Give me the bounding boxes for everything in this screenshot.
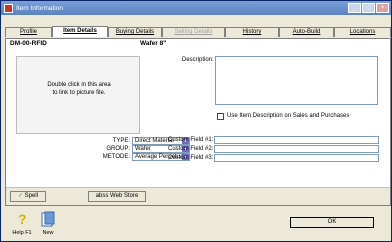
item-information-window: Item Information _ □ × Profile Item Deta… (0, 0, 392, 242)
panel-footer: ✓ Spell abss Web Store (6, 187, 390, 205)
app-icon (4, 3, 13, 13)
svg-text:?: ? (18, 211, 27, 227)
tab-auto-build[interactable]: Auto-Build (279, 27, 334, 37)
new-label: New (42, 230, 54, 236)
close-icon[interactable]: × (376, 3, 389, 13)
tab-item-details[interactable]: Item Details (52, 26, 108, 37)
type-label: TYPE: (112, 138, 130, 144)
ok-button[interactable]: OK (290, 217, 374, 228)
tab-selling-details: Selling Details (162, 27, 225, 37)
item-details-panel: DM-00-RFID Wafer 8" Double click in this… (5, 38, 391, 206)
custom-field-2-label: Custom Field #2: (168, 146, 214, 152)
custom-field-3-input[interactable] (214, 154, 379, 162)
picture-hint-line2: to link to picture file. (52, 90, 106, 96)
web-store-button[interactable]: abss Web Store (88, 191, 146, 202)
use-description-label: Use Item Description on Sales and Purcha… (227, 113, 350, 119)
item-name: Wafer 8" (140, 40, 167, 47)
custom-field-2-input[interactable] (214, 145, 379, 153)
tab-buying-details[interactable]: Buying Details (108, 27, 162, 37)
use-description-checkbox[interactable] (217, 113, 224, 120)
custom-field-3-label: Custom Field #3: (168, 155, 214, 161)
help-button[interactable]: ? Help F1 (11, 209, 33, 239)
custom-field-1-input[interactable] (214, 136, 379, 144)
spell-icon: ✓ (17, 193, 23, 199)
group-label: GROUP: (106, 146, 130, 152)
maximize-icon[interactable]: □ (362, 3, 375, 13)
window-controls: _ □ × (348, 3, 389, 13)
item-id: DM-00-RFID (10, 40, 47, 47)
description-label: Description: (182, 57, 214, 63)
help-icon: ? (18, 211, 27, 227)
spell-label: Spell (24, 193, 39, 199)
tab-history[interactable]: History (225, 27, 279, 37)
spell-button[interactable]: ✓ Spell (10, 191, 46, 202)
custom-field-1-label: Custom Field #1: (168, 137, 214, 143)
title-bar: Item Information _ □ × (1, 1, 391, 15)
tab-locations[interactable]: Locations (334, 27, 391, 37)
metode-label: METODE: (102, 154, 130, 160)
tab-profile[interactable]: Profile (5, 27, 52, 37)
help-label: Help F1 (12, 230, 32, 236)
description-textarea[interactable] (215, 56, 378, 105)
new-icon (41, 211, 55, 227)
group-value: Wafer (135, 146, 151, 152)
picture-hint-line1: Double click in this area (47, 82, 111, 88)
picture-hint: Double click in this area to link to pic… (17, 81, 141, 97)
window-title: Item Information (16, 4, 63, 12)
tab-strip: Profile Item Details Buying Details Sell… (5, 26, 391, 38)
new-button[interactable]: New (37, 209, 59, 239)
picture-area[interactable]: Double click in this area to link to pic… (16, 56, 140, 134)
minimize-icon[interactable]: _ (348, 3, 361, 13)
